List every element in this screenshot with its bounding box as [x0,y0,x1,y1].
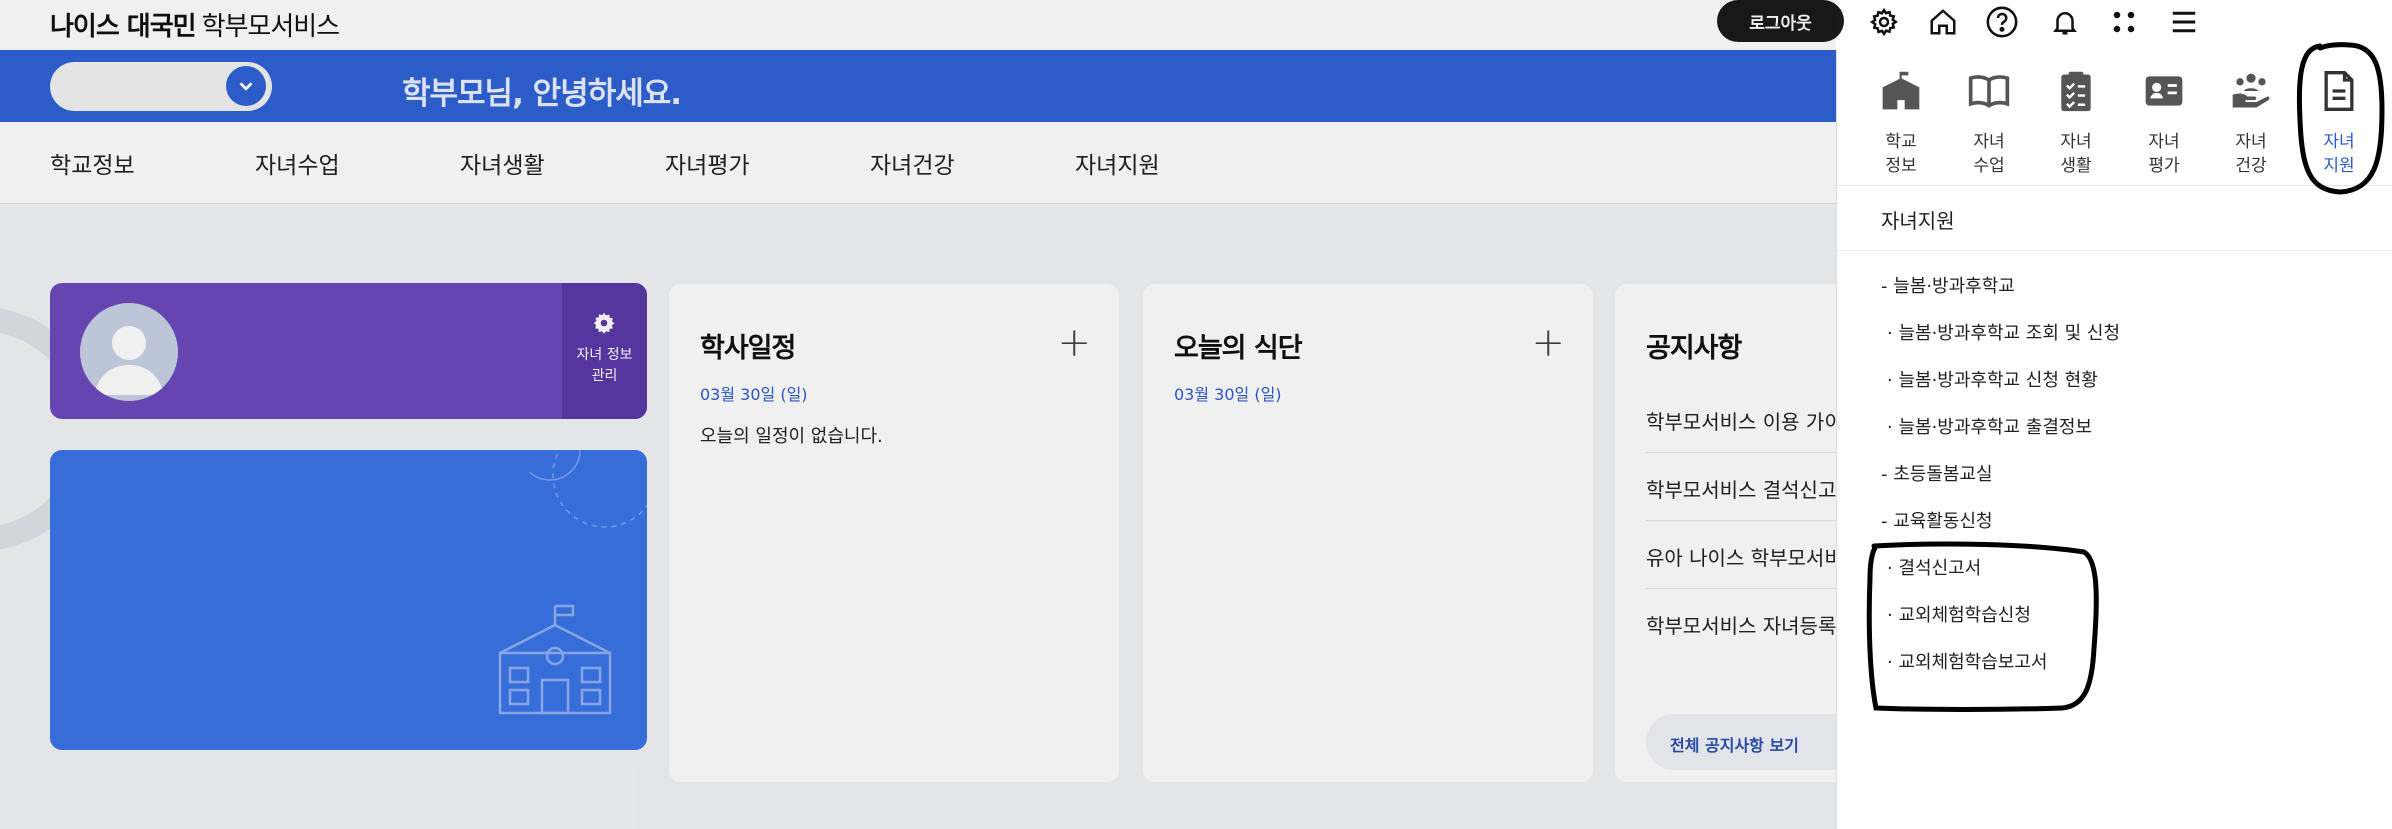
tab-health[interactable]: 자녀 건강 [2216,64,2286,184]
tab-school-info[interactable]: 학교 정보 [1866,64,1936,184]
gear-icon [592,311,616,339]
school-building-icon [498,604,612,715]
clipboard-icon [2053,68,2099,114]
tab-label: 자녀 지원 [2323,132,2355,176]
tab-evaluation[interactable]: 자녀 평가 [2129,64,2199,184]
schedule-card: 학사일정 + 03월 30일 (일) 오늘의 일정이 없습니다. [669,284,1119,782]
logout-button[interactable]: 로그아웃 [1717,0,1844,42]
nav-item-class[interactable]: 자녀수업 [255,146,340,180]
tab-support[interactable]: 자녀 지원 [2304,64,2374,184]
site-logo[interactable]: 나이스 대국민 학부모서비스 [50,6,341,43]
school-icon [1878,68,1924,114]
tab-label: 자녀 수업 [1973,132,2005,176]
menu-item-absence-report[interactable]: · 결석신고서 [1887,554,1981,580]
menu-icon[interactable] [2165,4,2203,40]
child-profile-card[interactable]: 자녀 정보 관리 [50,283,647,419]
divider [1837,250,2392,251]
tab-label: 학교 정보 [1885,132,1917,176]
tab-label: 자녀 생활 [2060,132,2092,176]
nav-item-support[interactable]: 자녀지원 [1075,146,1160,180]
home-icon[interactable] [1924,4,1962,40]
schedule-date: 03월 30일 (일) [700,385,808,404]
book-icon [1966,68,2012,114]
meal-title: 오늘의 식단 [1174,333,1303,364]
notice-item[interactable]: 학부모서비스 결석신고 [1646,474,1836,503]
menu-item-field-trip-apply[interactable]: · 교외체험학습신청 [1887,601,2031,627]
view-all-notices-button[interactable]: 전체 공지사항 보기 [1646,714,1836,770]
notice-title: 공지사항 [1646,333,1742,364]
top-header: 나이스 대국민 학부모서비스 로그아웃 [0,0,2392,50]
notice-item[interactable]: 학부모서비스 자녀등록 [1646,610,1836,639]
plus-icon[interactable]: + [1531,323,1565,363]
menu-item-after-school[interactable]: - 늘봄·방과후학교 [1881,272,2015,298]
logo-service: 학부모서비스 [201,12,341,42]
id-card-icon [2141,68,2187,114]
notice-item[interactable]: 유아 나이스 학부모서비 [1646,542,1843,571]
tab-life[interactable]: 자녀 생활 [2041,64,2111,184]
tab-label: 자녀 건강 [2235,132,2267,176]
menu-item-after-school-attendance[interactable]: · 늘봄·방과후학교 출결정보 [1887,413,2092,439]
school-card[interactable] [50,450,647,750]
chevron-down-icon[interactable] [226,66,266,106]
menu-item-care-class[interactable]: - 초등돌봄교실 [1881,460,1993,486]
schedule-title: 학사일정 [700,333,796,364]
menu-item-edu-activity[interactable]: - 교육활동신청 [1881,507,1993,533]
nav-item-life[interactable]: 자녀생활 [460,146,545,180]
avatar [80,303,178,401]
schedule-empty-text: 오늘의 일정이 없습니다. [700,426,883,447]
menu-item-field-trip-report[interactable]: · 교외체험학습보고서 [1887,648,2047,674]
decorative-circles [530,450,647,528]
gear-icon[interactable] [1865,4,1903,40]
apps-grid-icon[interactable] [2105,4,2143,40]
menu-item-after-school-apply[interactable]: · 늘봄·방과후학교 조회 및 신청 [1887,319,2120,345]
divider [1646,520,1846,521]
plus-icon[interactable]: + [1057,323,1091,363]
document-icon [2316,68,2362,114]
divider [1837,185,2392,186]
greeting-text: 학부모님, 안녕하세요. [402,76,682,112]
divider [1646,452,1846,453]
logo-brand: 나이스 대국민 [50,12,197,42]
meal-card: 오늘의 식단 + 03월 30일 (일) [1143,284,1593,782]
tab-label: 자녀 평가 [2148,132,2180,176]
child-info-manage-label: 자녀 정보 관리 [576,347,633,384]
nav-item-school-info[interactable]: 학교정보 [50,146,135,180]
meal-date: 03월 30일 (일) [1174,385,1282,404]
help-icon[interactable] [1983,4,2021,40]
side-menu-panel: 학교 정보 자녀 수업 자녀 생활 자녀 평가 자녀 건강 자녀 지원 자녀지원 - 늘봄·… [1836,50,2392,829]
child-info-manage-button[interactable]: 자녀 정보 관리 [562,283,647,419]
nav-item-health[interactable]: 자녀건강 [870,146,955,180]
nav-item-evaluation[interactable]: 자녀평가 [665,146,750,180]
tab-class[interactable]: 자녀 수업 [1954,64,2024,184]
panel-heading: 자녀지원 [1881,209,1955,233]
hands-care-icon [2228,68,2274,114]
child-select-dropdown[interactable] [50,62,272,111]
notice-card: 공지사항 학부모서비스 이용 가이 학부모서비스 결석신고 유아 나이스 학부모… [1615,284,1865,782]
menu-item-after-school-status[interactable]: · 늘봄·방과후학교 신청 현황 [1887,366,2098,392]
divider [1646,588,1846,589]
notice-item[interactable]: 학부모서비스 이용 가이 [1646,406,1843,435]
bell-icon[interactable] [2046,4,2084,40]
